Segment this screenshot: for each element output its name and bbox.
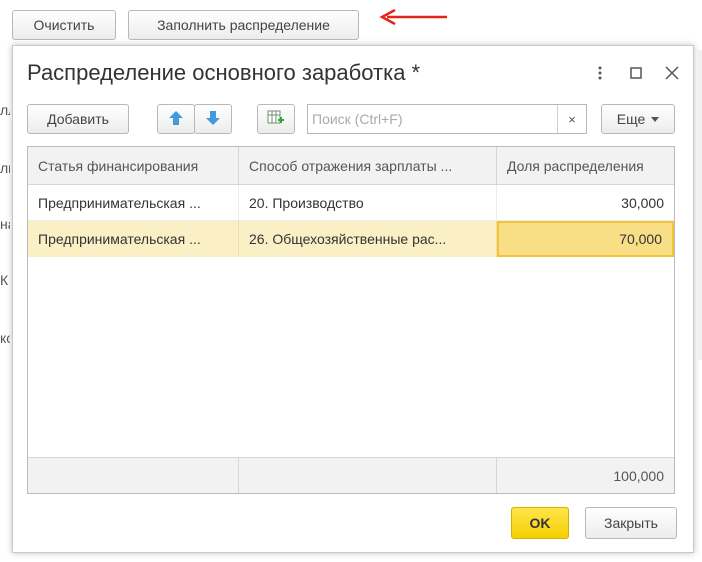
background-fragment: на xyxy=(0,216,10,232)
arrow-up-icon xyxy=(168,110,184,129)
background-fragment: ко xyxy=(0,330,10,346)
background-fragment: лл xyxy=(0,102,10,118)
footer-cell xyxy=(28,458,239,493)
more-button[interactable]: Еще xyxy=(601,104,675,134)
dialog-title-tools xyxy=(591,64,681,82)
table-header: Статья финансирования Способ отражения з… xyxy=(28,147,674,185)
move-up-button[interactable] xyxy=(157,104,195,134)
background-fragment: К xyxy=(0,272,9,288)
distribution-table: Статья финансирования Способ отражения з… xyxy=(27,146,675,494)
maximize-icon[interactable] xyxy=(627,64,645,82)
pick-rows-button[interactable] xyxy=(257,104,295,134)
table-cell[interactable]: 26. Общехозяйственные рас... xyxy=(239,221,497,257)
arrow-down-icon xyxy=(205,110,221,129)
table-cell[interactable]: 30,000 xyxy=(497,185,674,220)
fill-distribution-button[interactable]: Заполнить распределение xyxy=(128,10,359,40)
search-clear-button[interactable]: × xyxy=(557,105,586,133)
table-add-icon xyxy=(267,110,285,129)
red-arrow-icon xyxy=(379,8,447,26)
close-icon[interactable] xyxy=(663,64,681,82)
clear-button[interactable]: Очистить xyxy=(12,10,116,40)
table-footer: 100,000 xyxy=(28,457,674,493)
total-value: 100,000 xyxy=(613,467,664,484)
search-input[interactable] xyxy=(308,106,557,132)
search-field: × xyxy=(307,104,587,134)
column-header[interactable]: Доля распределения xyxy=(497,147,674,184)
table-row-selected[interactable]: Предпринимательская ... 26. Общехозяйств… xyxy=(28,221,674,257)
more-vertical-icon[interactable] xyxy=(591,64,609,82)
table-cell[interactable]: Предпринимательская ... xyxy=(28,185,239,220)
move-down-button[interactable] xyxy=(194,104,232,134)
table-cell[interactable]: Предпринимательская ... xyxy=(28,221,239,257)
dialog-title: Распределение основного заработка * xyxy=(27,60,421,85)
table-cell[interactable]: 20. Производство xyxy=(239,185,497,220)
chevron-down-icon xyxy=(651,116,660,122)
footer-cell xyxy=(239,458,497,493)
table-cell-active[interactable]: 70,000 xyxy=(497,221,674,257)
add-button[interactable]: Добавить xyxy=(27,104,129,134)
column-header[interactable]: Статья финансирования xyxy=(28,147,239,184)
background-scroll-edge xyxy=(698,50,702,360)
ok-button[interactable]: OK xyxy=(511,507,569,539)
more-button-label: Еще xyxy=(616,111,646,127)
distribution-dialog: Распределение основного заработка * Доба… xyxy=(12,45,694,553)
close-button[interactable]: Закрыть xyxy=(585,507,677,539)
table-row[interactable]: Предпринимательская ... 20. Производство… xyxy=(28,185,674,221)
background-fragment: ль xyxy=(0,160,10,176)
column-header[interactable]: Способ отражения зарплаты ... xyxy=(239,147,497,184)
